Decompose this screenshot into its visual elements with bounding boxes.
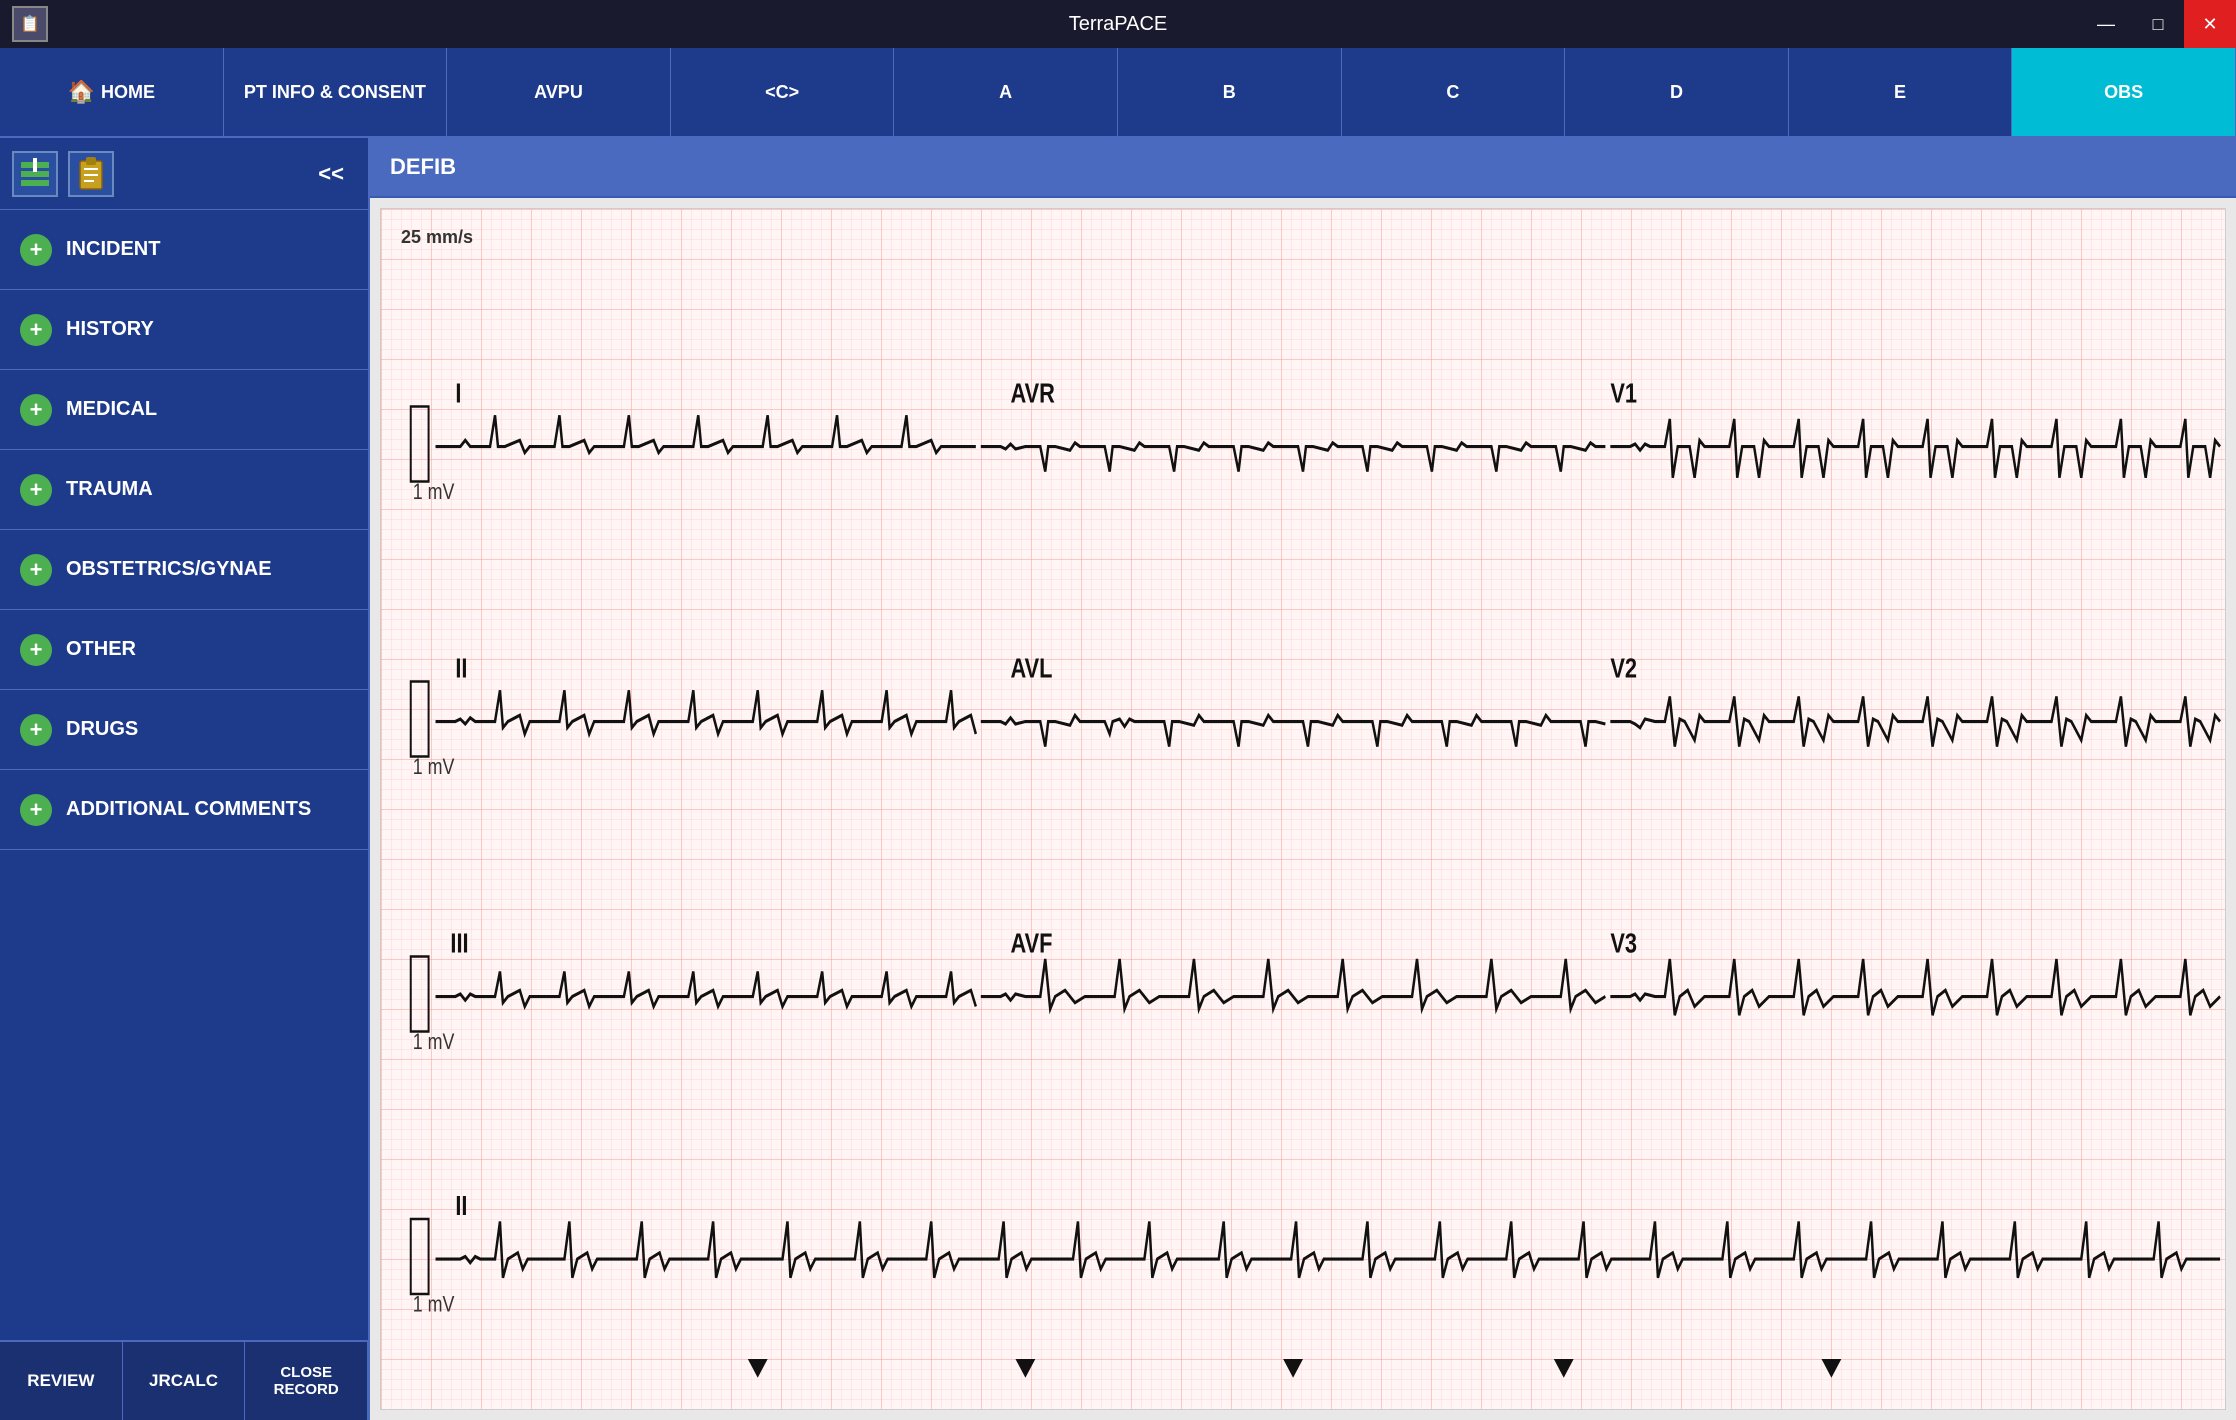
sidebar-item-incident[interactable]: + INCIDENT — [0, 210, 368, 290]
sidebar-item-drugs-label: DRUGS — [66, 718, 138, 741]
sidebar: << + INCIDENT + HISTORY + MEDICAL + TRAU… — [0, 138, 370, 1420]
sidebar-item-additional[interactable]: + ADDITIONAL COMMENTS — [0, 770, 368, 850]
review-button[interactable]: REVIEW — [0, 1342, 123, 1420]
sidebar-header: << — [0, 138, 368, 210]
home-icon: 🏠 — [68, 79, 95, 105]
nav-home-label: HOME — [101, 82, 155, 103]
close-button[interactable]: ✕ — [2184, 0, 2236, 48]
sidebar-item-history-label: HISTORY — [66, 318, 154, 341]
svg-text:V3: V3 — [1610, 929, 1637, 959]
nav-e-label: E — [1894, 82, 1906, 103]
sidebar-item-history[interactable]: + HISTORY — [0, 290, 368, 370]
svg-text:V1: V1 — [1610, 379, 1637, 409]
title-bar: 📋 TerraPACE — □ ✕ — [0, 0, 2236, 48]
content-header: DEFIB — [370, 138, 2236, 198]
nav-c-bracket-label: <C> — [765, 82, 799, 103]
navigation-bar: 🏠 HOME PT INFO & CONSENT AVPU <C> A B C … — [0, 48, 2236, 138]
trauma-plus-icon: + — [20, 474, 52, 506]
svg-text:I: I — [455, 379, 461, 409]
sidebar-items: + INCIDENT + HISTORY + MEDICAL + TRAUMA … — [0, 210, 368, 1340]
nav-home[interactable]: 🏠 HOME — [0, 48, 224, 136]
close-record-button[interactable]: CLOSE RECORD — [245, 1342, 368, 1420]
nav-pt-info[interactable]: PT INFO & CONSENT — [224, 48, 448, 136]
window-controls: — □ ✕ — [2080, 0, 2236, 48]
svg-text:II: II — [455, 654, 467, 684]
nav-c-label: C — [1446, 82, 1459, 103]
nav-e[interactable]: E — [1789, 48, 2013, 136]
sidebar-collapse-btn[interactable]: << — [306, 157, 356, 191]
additional-plus-icon: + — [20, 794, 52, 826]
nav-avpu-label: AVPU — [534, 82, 583, 103]
sidebar-add-btn[interactable] — [12, 151, 58, 197]
nav-avpu[interactable]: AVPU — [447, 48, 671, 136]
svg-text:AVR: AVR — [1011, 379, 1055, 409]
sidebar-item-trauma-label: TRAUMA — [66, 478, 153, 501]
sidebar-item-other-label: OTHER — [66, 638, 136, 661]
obstetrics-plus-icon: + — [20, 554, 52, 586]
svg-text:1 mV: 1 mV — [413, 1293, 455, 1317]
content-area: DEFIB 25 mm/s 1 mV 1 mV 1 mV 1 mV I — [370, 138, 2236, 1420]
nav-obs-label: OBS — [2104, 82, 2143, 103]
ecg-speed-label: 25 mm/s — [401, 227, 473, 248]
sidebar-item-obstetrics[interactable]: + OBSTETRICS/GYNAE — [0, 530, 368, 610]
svg-text:V2: V2 — [1610, 654, 1637, 684]
nav-b-label: B — [1223, 82, 1236, 103]
nav-d[interactable]: D — [1565, 48, 1789, 136]
drugs-plus-icon: + — [20, 714, 52, 746]
svg-text:1 mV: 1 mV — [413, 1030, 455, 1054]
jrcalc-button[interactable]: JRCALC — [123, 1342, 246, 1420]
sidebar-item-trauma[interactable]: + TRAUMA — [0, 450, 368, 530]
sidebar-item-obstetrics-label: OBSTETRICS/GYNAE — [66, 558, 272, 581]
nav-c[interactable]: C — [1342, 48, 1566, 136]
sidebar-clipboard-btn[interactable] — [68, 151, 114, 197]
medical-plus-icon: + — [20, 394, 52, 426]
sidebar-item-medical[interactable]: + MEDICAL — [0, 370, 368, 450]
history-plus-icon: + — [20, 314, 52, 346]
app-title: TerraPACE — [1069, 13, 1168, 36]
sidebar-footer: REVIEW JRCALC CLOSE RECORD — [0, 1340, 368, 1420]
maximize-button[interactable]: □ — [2132, 0, 2184, 48]
svg-text:AVF: AVF — [1011, 929, 1053, 959]
nav-a-label: A — [999, 82, 1012, 103]
sidebar-item-additional-label: ADDITIONAL COMMENTS — [66, 798, 311, 821]
svg-text:III: III — [450, 929, 468, 959]
ecg-waveform: 1 mV 1 mV 1 mV 1 mV I AVR V1 II AVL V2 — [381, 209, 2225, 1409]
nav-obs[interactable]: OBS — [2012, 48, 2236, 136]
nav-a[interactable]: A — [894, 48, 1118, 136]
svg-text:II: II — [455, 1192, 467, 1222]
nav-b[interactable]: B — [1118, 48, 1342, 136]
svg-text:1 mV: 1 mV — [413, 755, 455, 779]
ecg-container: 25 mm/s 1 mV 1 mV 1 mV 1 mV I AVR V1 — [380, 208, 2226, 1410]
nav-pt-info-label: PT INFO & CONSENT — [244, 82, 426, 103]
sidebar-item-medical-label: MEDICAL — [66, 398, 157, 421]
main-content: << + INCIDENT + HISTORY + MEDICAL + TRAU… — [0, 138, 2236, 1420]
sidebar-item-incident-label: INCIDENT — [66, 238, 160, 261]
minimize-button[interactable]: — — [2080, 0, 2132, 48]
svg-text:1 mV: 1 mV — [413, 480, 455, 504]
sidebar-item-drugs[interactable]: + DRUGS — [0, 690, 368, 770]
nav-c-bracket[interactable]: <C> — [671, 48, 895, 136]
app-icon: 📋 — [12, 6, 48, 42]
incident-plus-icon: + — [20, 234, 52, 266]
defib-title: DEFIB — [390, 154, 456, 180]
other-plus-icon: + — [20, 634, 52, 666]
svg-text:AVL: AVL — [1011, 654, 1053, 684]
nav-d-label: D — [1670, 82, 1683, 103]
sidebar-item-other[interactable]: + OTHER — [0, 610, 368, 690]
